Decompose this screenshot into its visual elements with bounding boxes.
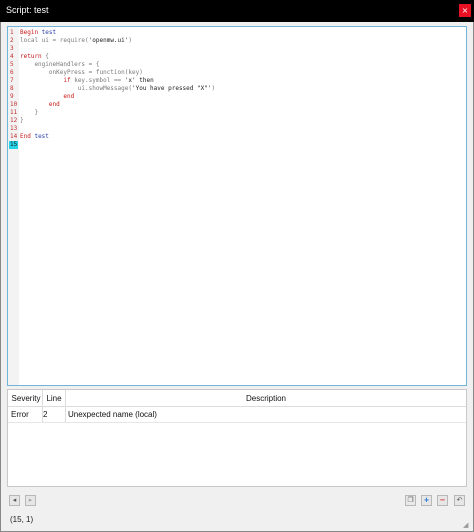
line-number: 11 bbox=[10, 109, 18, 116]
code-text: local ui = require('openmw.ui') bbox=[18, 37, 132, 45]
code-line[interactable]: 11 } bbox=[9, 109, 466, 117]
column-header-severity[interactable]: Severity bbox=[10, 390, 42, 407]
code-area[interactable]: 1 Begin test 2 local ui = require('openmw.u… bbox=[9, 29, 466, 149]
line-number: 6 bbox=[10, 69, 14, 76]
code-text: end bbox=[18, 93, 74, 101]
code-token: } bbox=[20, 117, 24, 124]
resize-grip-icon[interactable]: ◢ bbox=[463, 521, 471, 529]
code-line[interactable]: 6 onKeyPress = function(key) bbox=[9, 69, 466, 77]
code-line[interactable]: 3 bbox=[9, 45, 466, 53]
line-number: 9 bbox=[10, 93, 14, 100]
code-token: ) bbox=[128, 37, 133, 44]
chevron-left-icon[interactable]: ◂ bbox=[9, 495, 20, 506]
code-token: ui.showMessage( bbox=[20, 85, 132, 92]
window-title: Script: test bbox=[6, 5, 49, 15]
code-token: then bbox=[135, 77, 154, 84]
close-button[interactable]: × bbox=[459, 4, 471, 17]
code-token: end bbox=[63, 93, 75, 100]
code-text: } bbox=[18, 109, 38, 117]
code-token: test bbox=[38, 29, 57, 36]
line-number: 10 bbox=[10, 101, 18, 108]
code-token: 'x' bbox=[124, 77, 136, 84]
copy-icon[interactable]: ❐ bbox=[405, 495, 416, 506]
error-table: Severity Line Description Error 2 Unexpe… bbox=[7, 389, 467, 487]
cursor-position: (15, 1) bbox=[10, 515, 34, 524]
line-number: 12 bbox=[10, 117, 18, 124]
line-number: 4 bbox=[10, 53, 14, 60]
code-text: ui.showMessage('You have pressed "X"') bbox=[18, 85, 215, 93]
code-text: } bbox=[18, 117, 24, 125]
line-number: 2 bbox=[10, 37, 14, 44]
code-token: local ui = require( bbox=[20, 37, 89, 44]
code-token: test bbox=[30, 133, 49, 140]
code-token: 'You have pressed "X"' bbox=[131, 85, 212, 92]
line-number: 15 bbox=[9, 141, 18, 149]
column-header-description[interactable]: Description bbox=[66, 390, 466, 407]
code-line[interactable]: 7 if key.symbol == 'x' then bbox=[9, 77, 466, 85]
script-editor[interactable]: 1 Begin test 2 local ui = require('openmw.u… bbox=[7, 26, 467, 386]
code-token: { bbox=[41, 53, 49, 60]
plus-icon[interactable]: + bbox=[421, 495, 432, 506]
table-row[interactable]: Error 2 Unexpected name (local) bbox=[8, 407, 466, 423]
code-token: return bbox=[20, 53, 42, 60]
column-header-line[interactable]: Line bbox=[43, 390, 65, 407]
line-number: 13 bbox=[10, 125, 18, 132]
code-text: engineHandlers = { bbox=[18, 61, 99, 69]
code-line[interactable]: 8 ui.showMessage('You have pressed "X"') bbox=[9, 85, 466, 93]
code-token: engineHandlers = { bbox=[20, 61, 100, 68]
code-token: ) bbox=[211, 85, 216, 92]
line-number: 3 bbox=[10, 45, 14, 52]
code-line[interactable]: 14 End test bbox=[9, 133, 466, 141]
line-number: 7 bbox=[10, 77, 14, 84]
code-token: key.symbol == bbox=[70, 77, 125, 84]
code-line[interactable]: 9 end bbox=[9, 93, 466, 101]
code-line[interactable]: 4 return { bbox=[9, 53, 466, 61]
code-line[interactable]: 2 local ui = require('openmw.ui') bbox=[9, 37, 466, 45]
error-line: 2 bbox=[43, 410, 48, 419]
line-number: 5 bbox=[10, 61, 14, 68]
undo-icon[interactable]: ↶ bbox=[454, 495, 465, 506]
code-token: onKeyPress = function(key) bbox=[20, 69, 143, 76]
code-token: } bbox=[20, 109, 39, 116]
line-number: 8 bbox=[10, 85, 14, 92]
code-text: End test bbox=[18, 133, 49, 141]
code-text: Begin test bbox=[18, 29, 56, 37]
code-text: if key.symbol == 'x' then bbox=[18, 77, 154, 85]
title-bar: Script: test × bbox=[0, 0, 474, 22]
code-token: end bbox=[48, 101, 60, 108]
code-token: Begin bbox=[20, 29, 39, 36]
code-token: 'openmw.ui' bbox=[88, 37, 129, 44]
code-text: onKeyPress = function(key) bbox=[18, 69, 143, 77]
code-line[interactable]: 5 engineHandlers = { bbox=[9, 61, 466, 69]
code-text: end bbox=[18, 101, 60, 109]
code-line[interactable]: 12} bbox=[9, 117, 466, 125]
line-number: 1 bbox=[10, 29, 14, 36]
error-severity: Error bbox=[11, 410, 29, 419]
code-line[interactable]: 10 end bbox=[9, 101, 466, 109]
code-line[interactable]: 1 Begin test bbox=[9, 29, 466, 37]
code-line[interactable]: 13 bbox=[9, 125, 466, 133]
code-token: if bbox=[63, 77, 71, 84]
code-text: return { bbox=[18, 53, 49, 61]
error-table-header: Severity Line Description bbox=[8, 390, 466, 407]
code-token: End bbox=[20, 133, 31, 140]
code-line[interactable]: 15 bbox=[9, 141, 466, 149]
chevron-right-icon[interactable]: ▸ bbox=[25, 495, 36, 506]
minus-icon[interactable]: − bbox=[437, 495, 448, 506]
line-number: 14 bbox=[10, 133, 18, 140]
error-description: Unexpected name (local) bbox=[68, 410, 157, 419]
